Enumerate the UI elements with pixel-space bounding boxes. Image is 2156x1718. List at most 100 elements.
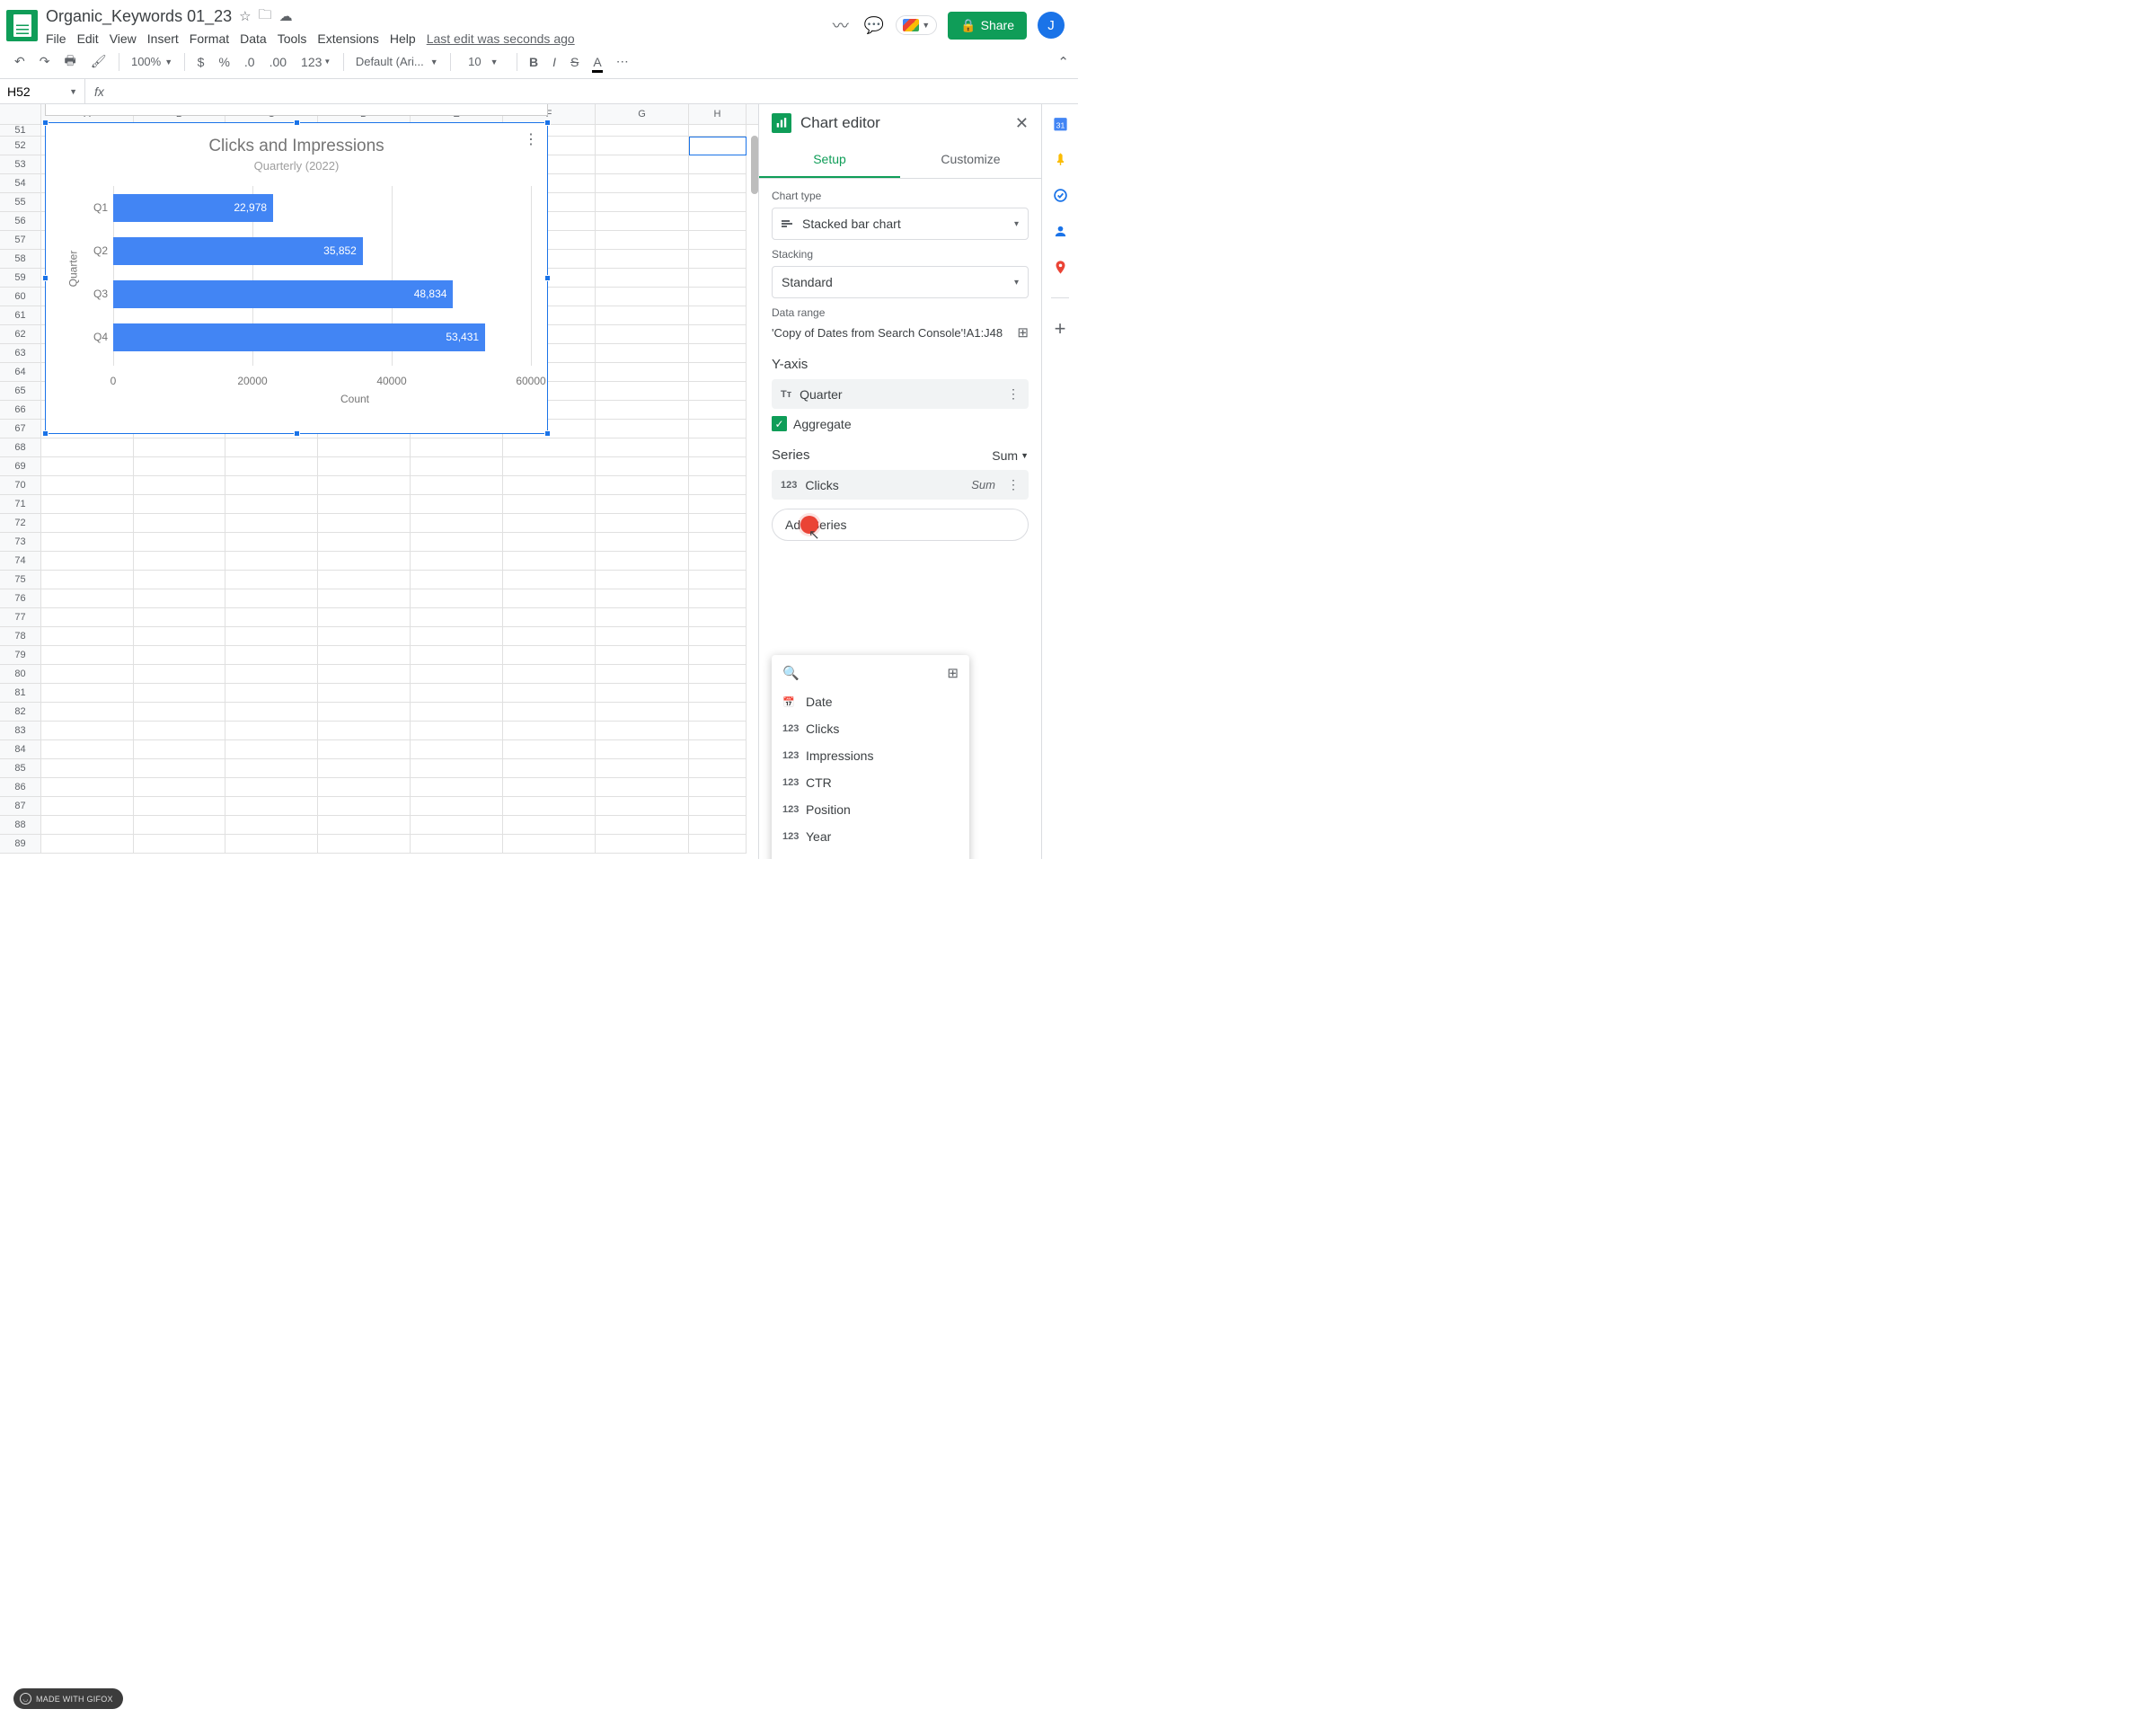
stacking-select[interactable]: Standard [772, 266, 1029, 298]
cell[interactable] [411, 722, 503, 740]
cell[interactable] [689, 382, 747, 401]
cell[interactable] [596, 646, 689, 665]
text-color-button[interactable]: A [588, 51, 606, 73]
cell[interactable] [503, 722, 596, 740]
row-header[interactable]: 86 [0, 778, 41, 797]
aggregate-checkbox-row[interactable]: ✓ Aggregate [772, 416, 1029, 431]
cell[interactable] [503, 627, 596, 646]
cell[interactable] [596, 571, 689, 589]
cell[interactable] [689, 363, 747, 382]
row-header[interactable]: 64 [0, 363, 41, 382]
cell[interactable] [689, 457, 747, 476]
cell[interactable] [318, 665, 411, 684]
format-number-button[interactable]: 123▼ [296, 51, 336, 73]
cell[interactable] [41, 608, 134, 627]
cell[interactable] [41, 627, 134, 646]
cell[interactable] [318, 778, 411, 797]
maps-icon[interactable] [1050, 257, 1070, 277]
share-button[interactable]: 🔒 Share [948, 12, 1027, 40]
cell[interactable] [41, 722, 134, 740]
cell[interactable] [503, 589, 596, 608]
cell[interactable] [225, 438, 318, 457]
decrease-decimal-button[interactable]: .0 [239, 51, 261, 73]
cell[interactable] [689, 125, 747, 137]
cell[interactable] [689, 665, 747, 684]
row-header[interactable]: 55 [0, 193, 41, 212]
cell[interactable] [318, 457, 411, 476]
cell[interactable] [503, 457, 596, 476]
cell[interactable] [318, 740, 411, 759]
cell[interactable] [41, 835, 134, 854]
cell[interactable] [596, 420, 689, 438]
row-header[interactable]: 63 [0, 344, 41, 363]
cell[interactable] [596, 174, 689, 193]
row-header[interactable]: 77 [0, 608, 41, 627]
tasks-icon[interactable] [1050, 185, 1070, 205]
cell[interactable] [318, 835, 411, 854]
cell[interactable] [411, 703, 503, 722]
cell[interactable] [411, 457, 503, 476]
menu-data[interactable]: Data [240, 31, 267, 46]
cell[interactable] [503, 608, 596, 627]
cell[interactable] [503, 835, 596, 854]
row-header[interactable]: 78 [0, 627, 41, 646]
cell[interactable] [596, 722, 689, 740]
cell[interactable] [318, 438, 411, 457]
cell[interactable] [689, 684, 747, 703]
cell[interactable] [596, 269, 689, 288]
cell[interactable] [596, 212, 689, 231]
cell[interactable] [503, 438, 596, 457]
dropdown-item[interactable]: 123Impressions [772, 742, 969, 769]
cell[interactable] [41, 740, 134, 759]
cell[interactable] [411, 476, 503, 495]
cell[interactable] [689, 646, 747, 665]
cell[interactable] [596, 835, 689, 854]
cell[interactable] [689, 797, 747, 816]
sheets-logo[interactable] [6, 10, 38, 41]
cell[interactable] [689, 740, 747, 759]
cell[interactable] [225, 740, 318, 759]
cell[interactable] [689, 476, 747, 495]
cell[interactable] [596, 608, 689, 627]
cell[interactable] [689, 571, 747, 589]
cell[interactable] [41, 476, 134, 495]
cell[interactable] [596, 703, 689, 722]
row-header[interactable]: 59 [0, 269, 41, 288]
resize-handle[interactable] [294, 120, 300, 126]
cell[interactable] [41, 684, 134, 703]
cell[interactable] [318, 571, 411, 589]
cell[interactable] [689, 778, 747, 797]
menu-help[interactable]: Help [390, 31, 416, 46]
row-header[interactable]: 60 [0, 288, 41, 306]
redo-button[interactable]: ↷ [34, 50, 56, 73]
cell[interactable] [318, 759, 411, 778]
italic-button[interactable]: I [547, 51, 561, 73]
row-header[interactable]: 74 [0, 552, 41, 571]
paint-format-button[interactable]: 🖌 [85, 50, 112, 73]
strikethrough-button[interactable]: S [565, 51, 584, 73]
cell[interactable] [689, 816, 747, 835]
cell[interactable] [225, 646, 318, 665]
cell[interactable] [134, 703, 225, 722]
row-header[interactable]: 75 [0, 571, 41, 589]
meet-button[interactable]: ▼ [896, 15, 937, 35]
cell[interactable] [596, 778, 689, 797]
cell[interactable] [41, 571, 134, 589]
cell[interactable] [411, 552, 503, 571]
cell[interactable] [318, 514, 411, 533]
dropdown-item[interactable]: 123Year [772, 823, 969, 850]
cell[interactable] [411, 589, 503, 608]
last-edit[interactable]: Last edit was seconds ago [427, 31, 575, 46]
cell[interactable] [41, 646, 134, 665]
cell[interactable] [689, 438, 747, 457]
menu-file[interactable]: File [46, 31, 66, 46]
chart-type-select[interactable]: Stacked bar chart [772, 208, 1029, 240]
row-header[interactable]: 89 [0, 835, 41, 854]
col-header-H[interactable]: H [689, 104, 747, 124]
cell[interactable] [411, 514, 503, 533]
cell[interactable] [689, 155, 747, 174]
row-header[interactable]: 84 [0, 740, 41, 759]
cell[interactable] [411, 816, 503, 835]
cell[interactable] [596, 816, 689, 835]
cell[interactable] [596, 533, 689, 552]
